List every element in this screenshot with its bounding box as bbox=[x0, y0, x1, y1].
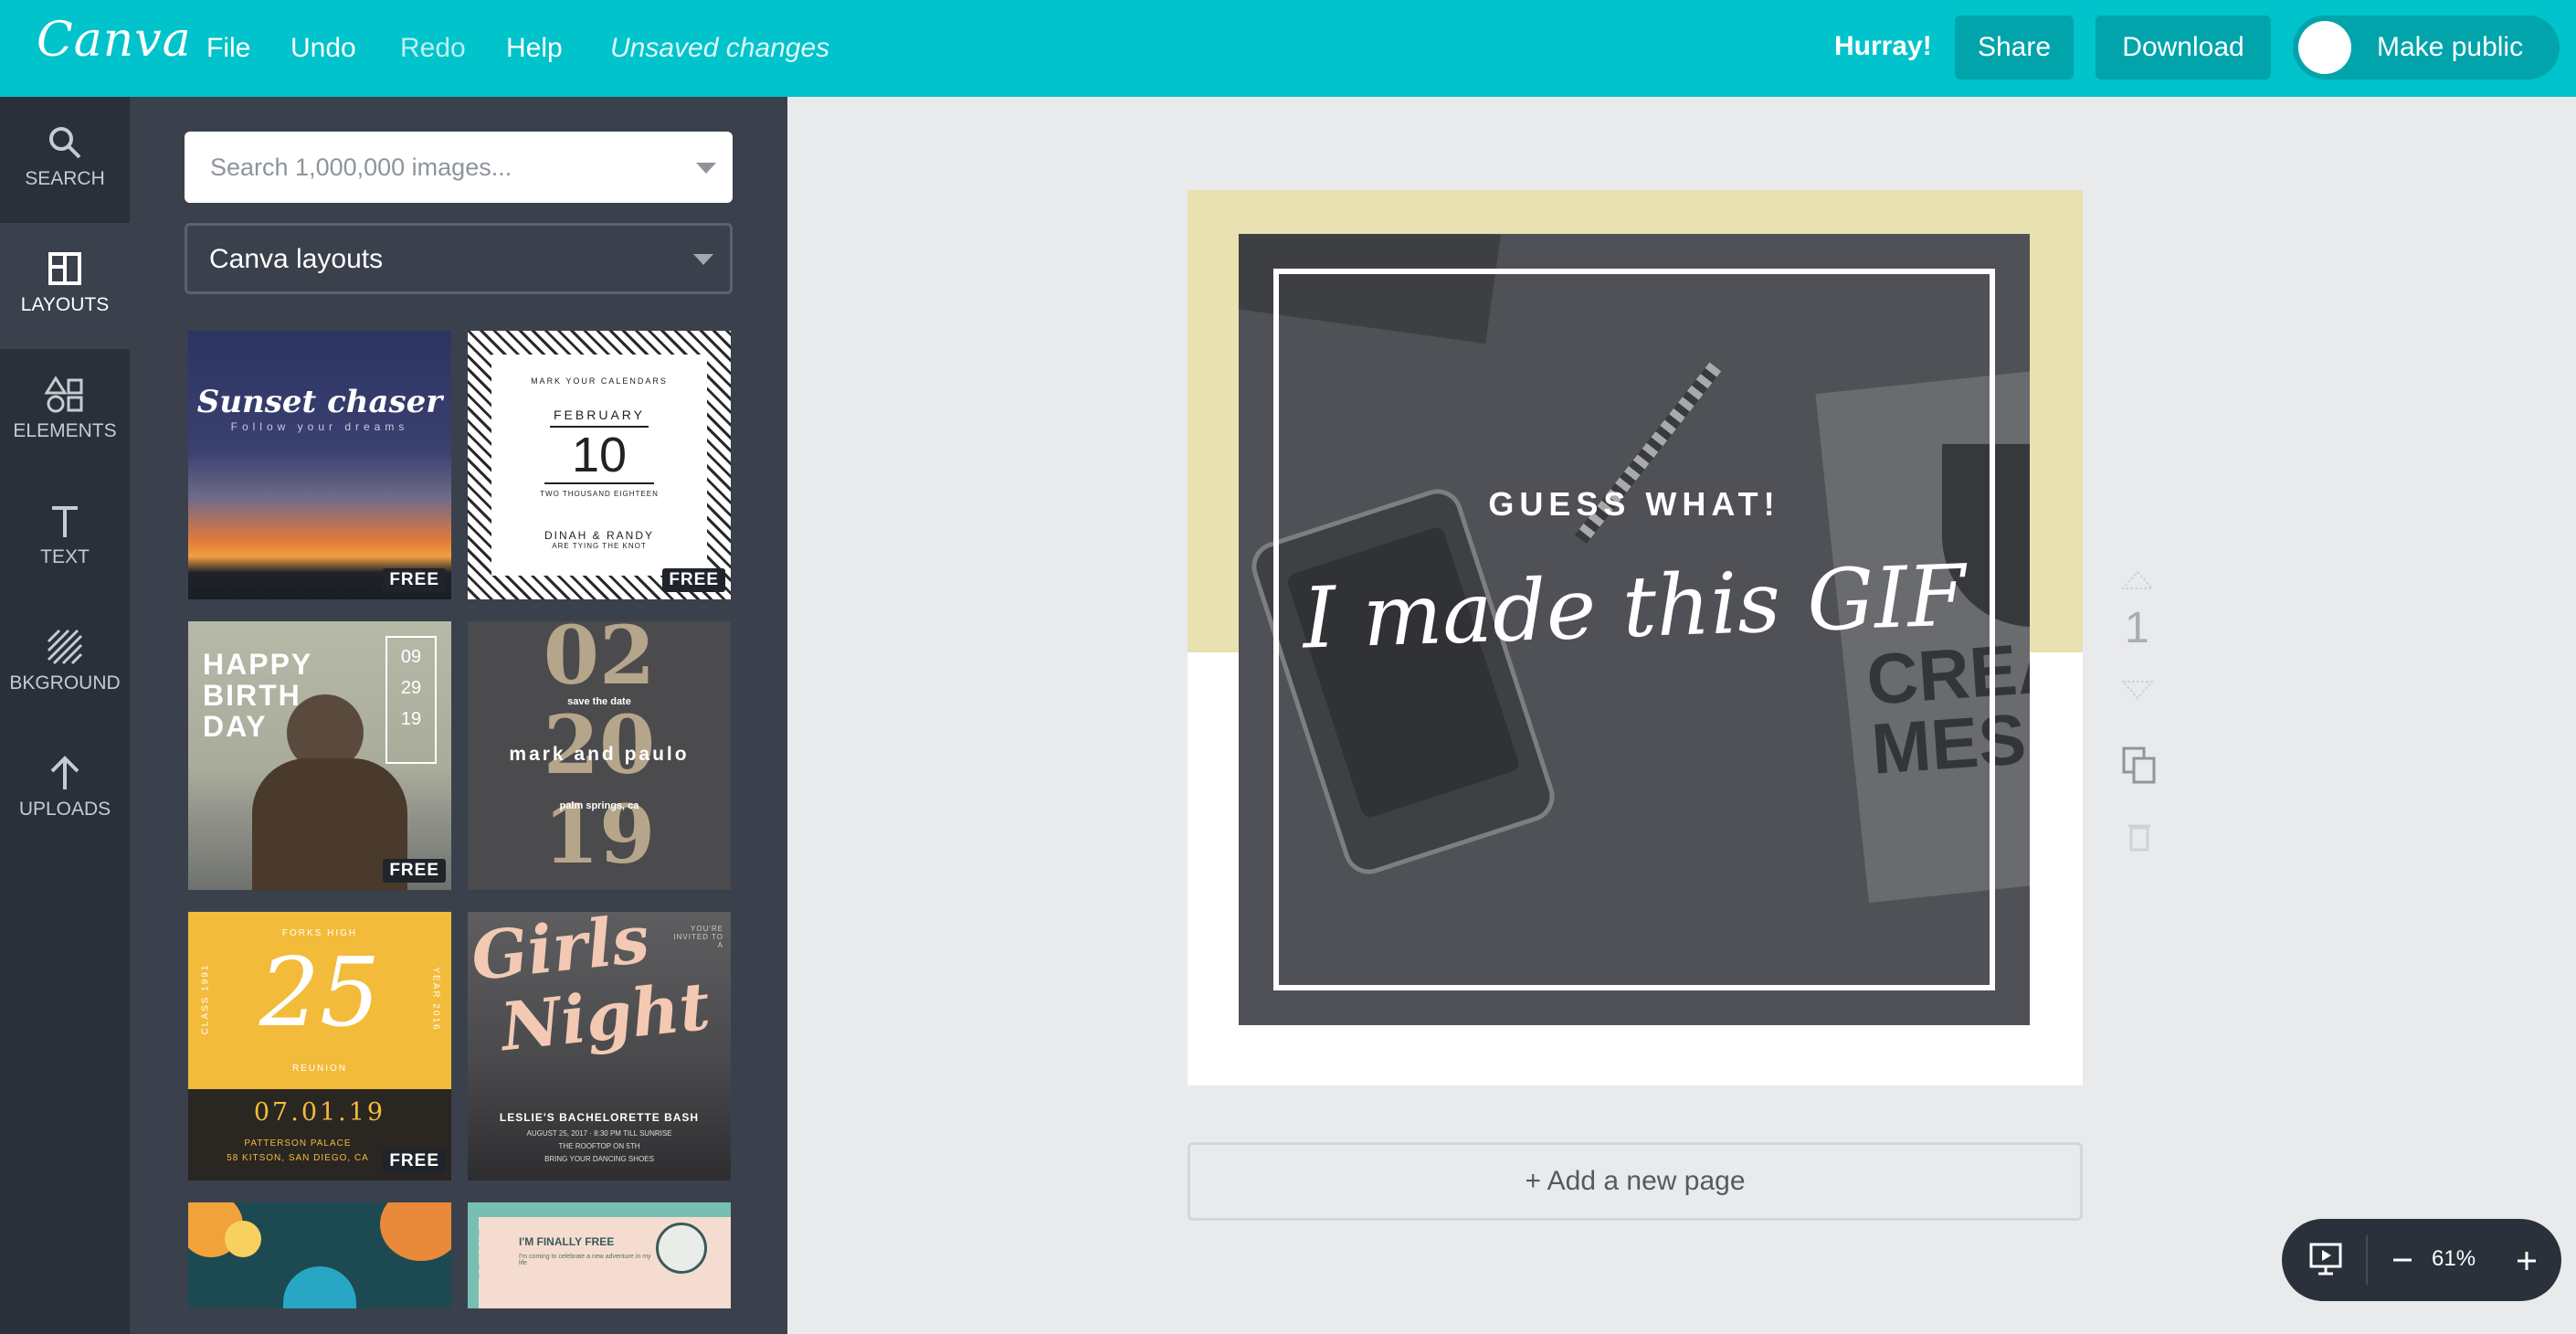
thumb-line2: BIRTH bbox=[203, 679, 301, 712]
chevron-down-icon bbox=[693, 254, 713, 265]
rail-item-search[interactable]: SEARCH bbox=[0, 97, 130, 223]
rail-label-background: BKGROUND bbox=[9, 672, 121, 693]
layout-thumb-floral[interactable] bbox=[188, 1202, 451, 1308]
thumb-label: REUNION bbox=[291, 1064, 348, 1074]
free-badge: FREE bbox=[383, 859, 446, 883]
present-icon[interactable] bbox=[2307, 1241, 2344, 1277]
menu-file[interactable]: File bbox=[206, 33, 250, 64]
rail-label-uploads: UPLOADS bbox=[18, 799, 111, 820]
thumb-place: palm springs, ca bbox=[559, 800, 639, 811]
layout-thumb-ticket[interactable]: TICKET I'M FINALLY FREE I'm coming to ce… bbox=[468, 1202, 731, 1308]
thumb-number: 25 bbox=[259, 937, 381, 1048]
layout-thumb-february[interactable]: MARK YOUR CALENDARS FEBRUARY 10 TWO THOU… bbox=[468, 331, 731, 599]
zoom-in-icon[interactable] bbox=[2516, 1250, 2538, 1272]
layout-thumb-sunset[interactable]: Sunset chaser Follow your dreams FREE bbox=[188, 331, 451, 599]
thumb-addr: 58 KITSON, SAN DIEGO, CA bbox=[227, 1153, 369, 1163]
menu-help[interactable]: Help bbox=[506, 33, 563, 64]
thumb-names: mark and paulo bbox=[509, 744, 690, 765]
thumb-d1: 09 bbox=[400, 647, 422, 667]
layouts-select[interactable]: Canva layouts bbox=[185, 223, 733, 294]
menu-undo[interactable]: Undo bbox=[290, 33, 356, 64]
upload-icon bbox=[50, 756, 79, 789]
layout-thumb-birthday[interactable]: HAPPY BIRTH DAY 09 29 19 FREE bbox=[188, 621, 451, 890]
thumb-line1: HAPPY bbox=[203, 648, 313, 681]
page-up-icon[interactable] bbox=[2121, 570, 2154, 590]
thumb-d3: 19 bbox=[400, 709, 422, 729]
zoom-controls: 61% bbox=[2282, 1219, 2561, 1301]
design-photo[interactable]: CREATI MES GUESS WHAT! I made this GIF bbox=[1239, 234, 2030, 1025]
layouts-select-label: Canva layouts bbox=[209, 244, 384, 274]
layouts-panel: Canva layouts Sunset chaser Follow your … bbox=[130, 97, 787, 1334]
rail-label-text: TEXT bbox=[40, 546, 90, 567]
thumb-rsvp: BRING YOUR DANCING SHOES bbox=[544, 1155, 654, 1163]
thumb-ticket: TICKET bbox=[470, 1230, 480, 1283]
thumb-line3: DAY bbox=[203, 710, 268, 743]
rail-item-elements[interactable]: ELEMENTS bbox=[0, 349, 130, 475]
thumb-num1: 02 bbox=[543, 621, 656, 703]
copy-page-icon[interactable] bbox=[2121, 746, 2158, 786]
elements-icon bbox=[45, 376, 83, 413]
thumb-day: 10 bbox=[544, 428, 654, 484]
page-number: 1 bbox=[2125, 604, 2149, 652]
download-button[interactable]: Download bbox=[2096, 16, 2271, 79]
thumb-subtitle: Follow your dreams bbox=[230, 420, 409, 433]
image-search bbox=[185, 132, 733, 203]
thumb-year: TWO THOUSAND EIGHTEEN bbox=[540, 490, 659, 498]
thumb-when: AUGUST 25, 2017 · 8:30 PM TILL SUNRISE bbox=[526, 1129, 672, 1138]
thumb-invite: YOU'RE INVITED TO A bbox=[673, 925, 723, 949]
background-icon bbox=[47, 629, 83, 665]
zoom-out-icon[interactable] bbox=[2391, 1252, 2413, 1268]
design-page[interactable]: CREATI MES GUESS WHAT! I made this GIF bbox=[1188, 190, 2083, 1085]
zoom-level: 61% bbox=[2432, 1246, 2476, 1271]
search-dropdown-icon[interactable] bbox=[696, 163, 716, 174]
layout-thumb-reunion[interactable]: FORKS HIGH 25 CLASS 1991 YEAR 2016 REUNI… bbox=[188, 912, 451, 1180]
add-page-button[interactable]: + Add a new page bbox=[1188, 1142, 2083, 1221]
headline-guess[interactable]: GUESS WHAT! bbox=[1239, 485, 2030, 524]
layout-thumb-girls-night[interactable]: Girls Night YOU'RE INVITED TO A LESLIE'S… bbox=[468, 912, 731, 1180]
thumb-where: THE ROOFTOP ON 5TH bbox=[558, 1142, 640, 1150]
layout-thumb-save-the-date[interactable]: 02 20 19 save the date mark and paulo pa… bbox=[468, 621, 731, 890]
rail-label-layouts: LAYOUTS bbox=[20, 294, 110, 315]
thumb-d2: 29 bbox=[400, 678, 422, 698]
thumb-top: MARK YOUR CALENDARS bbox=[531, 376, 668, 386]
left-rail: SEARCH LAYOUTS ELEMENTS TEXT BKGROUND UP… bbox=[0, 97, 130, 1334]
rail-item-text[interactable]: TEXT bbox=[0, 475, 130, 601]
hurray-text: Hurray! bbox=[1834, 31, 1932, 61]
thumb-tag: ARE TYING THE KNOT bbox=[552, 542, 647, 550]
share-button[interactable]: Share bbox=[1955, 16, 2074, 79]
make-public-toggle[interactable]: Make public bbox=[2293, 16, 2560, 79]
thumb-right: YEAR 2016 bbox=[430, 967, 441, 1032]
thumb-left: CLASS 1991 bbox=[200, 963, 211, 1035]
top-bar: Canva File Undo Redo Help Unsaved change… bbox=[0, 0, 2576, 97]
thumb-month: FEBRUARY bbox=[550, 408, 649, 428]
thumb-text: I'M FINALLY FREE bbox=[519, 1235, 615, 1248]
text-icon bbox=[52, 506, 78, 537]
rail-label-search: SEARCH bbox=[25, 168, 105, 189]
free-badge: FREE bbox=[662, 568, 725, 592]
rail-label-elements: ELEMENTS bbox=[13, 420, 117, 441]
make-public-label: Make public bbox=[2377, 32, 2524, 62]
menu-redo[interactable]: Redo bbox=[400, 33, 466, 64]
rail-item-background[interactable]: BKGROUND bbox=[0, 601, 130, 727]
free-badge: FREE bbox=[383, 1149, 446, 1173]
thumb-venue: PATTERSON PALACE bbox=[244, 1138, 352, 1149]
rail-item-layouts[interactable]: LAYOUTS bbox=[0, 223, 130, 349]
thumb-date: 07.01.19 bbox=[253, 1098, 386, 1127]
thumb-names: DINAH & RANDY bbox=[544, 529, 654, 542]
thumb-bash: LESLIE'S BACHELORETTE BASH bbox=[499, 1111, 700, 1124]
rail-item-uploads[interactable]: UPLOADS bbox=[0, 727, 130, 853]
search-input[interactable] bbox=[185, 132, 678, 203]
search-icon bbox=[49, 127, 81, 159]
page-down-icon[interactable] bbox=[2121, 680, 2154, 700]
delete-page-icon[interactable] bbox=[2127, 821, 2152, 852]
toggle-knob bbox=[2298, 21, 2351, 74]
thumb-title: Sunset chaser bbox=[196, 384, 443, 420]
free-badge: FREE bbox=[383, 568, 446, 592]
thumb-sub: I'm coming to celebrate a new adventure … bbox=[519, 1254, 651, 1266]
unsaved-status: Unsaved changes bbox=[610, 33, 830, 63]
thumb-save: save the date bbox=[567, 696, 631, 707]
layouts-icon bbox=[48, 252, 81, 285]
canva-logo[interactable]: Canva bbox=[37, 13, 192, 68]
